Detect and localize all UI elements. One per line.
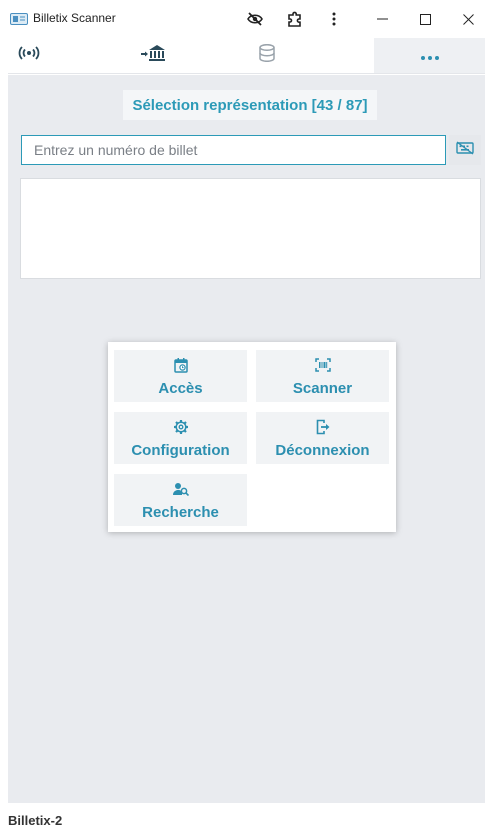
main-content: Sélection représentation [43 / 87] Accès… bbox=[8, 75, 485, 803]
menu-item-label: Scanner bbox=[292, 379, 353, 397]
menu-item-configuration[interactable]: Configuration bbox=[114, 412, 247, 464]
menu-item-label: Configuration bbox=[131, 441, 230, 459]
window-titlebar: Billetix Scanner bbox=[0, 0, 485, 38]
more-menu-button[interactable] bbox=[374, 38, 485, 73]
app-toolbar bbox=[8, 38, 485, 74]
minimize-icon[interactable] bbox=[370, 6, 396, 32]
ellipsis-icon bbox=[420, 47, 439, 65]
puzzle-icon[interactable] bbox=[282, 6, 308, 32]
app-icon bbox=[10, 12, 28, 25]
user-search-icon bbox=[172, 480, 189, 498]
maximize-icon[interactable] bbox=[412, 6, 438, 32]
menu-item-acces[interactable]: Accès bbox=[114, 350, 247, 402]
close-icon[interactable] bbox=[455, 6, 481, 32]
menu-item-label: Déconnexion bbox=[275, 441, 370, 459]
bank-arrow-button[interactable] bbox=[118, 38, 188, 73]
menu-item-label: Recherche bbox=[142, 503, 219, 521]
menu-item-label: Accès bbox=[158, 379, 203, 397]
window-title: Billetix Scanner bbox=[33, 11, 116, 25]
ticket-number-input[interactable] bbox=[21, 135, 446, 165]
device-name: Billetix-2 bbox=[8, 813, 63, 828]
menu-item-recherche[interactable]: Recherche bbox=[114, 474, 247, 526]
keyboard-off-icon bbox=[456, 140, 474, 160]
keyboard-toggle-button[interactable] bbox=[449, 135, 481, 165]
kebab-menu-icon[interactable] bbox=[321, 6, 347, 32]
scan-result-panel bbox=[20, 178, 481, 279]
barcode-scan-icon bbox=[314, 356, 331, 374]
gear-icon bbox=[173, 418, 189, 436]
status-bar: Billetix-2 bbox=[0, 803, 485, 833]
menu-item-deconnexion[interactable]: Déconnexion bbox=[256, 412, 389, 464]
eye-slash-icon[interactable] bbox=[242, 6, 268, 32]
wifi-signal-button[interactable] bbox=[8, 38, 50, 73]
performance-selection-label[interactable]: Sélection représentation [43 / 87] bbox=[123, 90, 377, 120]
calendar-clock-icon bbox=[173, 356, 188, 374]
actions-menu: Accès Scanner Configuration Déconnexion … bbox=[108, 342, 396, 532]
bank-arrow-icon bbox=[141, 44, 165, 67]
wifi-signal-icon bbox=[18, 46, 40, 65]
logout-icon bbox=[316, 418, 330, 436]
database-button[interactable] bbox=[232, 38, 302, 73]
menu-item-scanner[interactable]: Scanner bbox=[256, 350, 389, 402]
database-icon bbox=[259, 43, 275, 67]
